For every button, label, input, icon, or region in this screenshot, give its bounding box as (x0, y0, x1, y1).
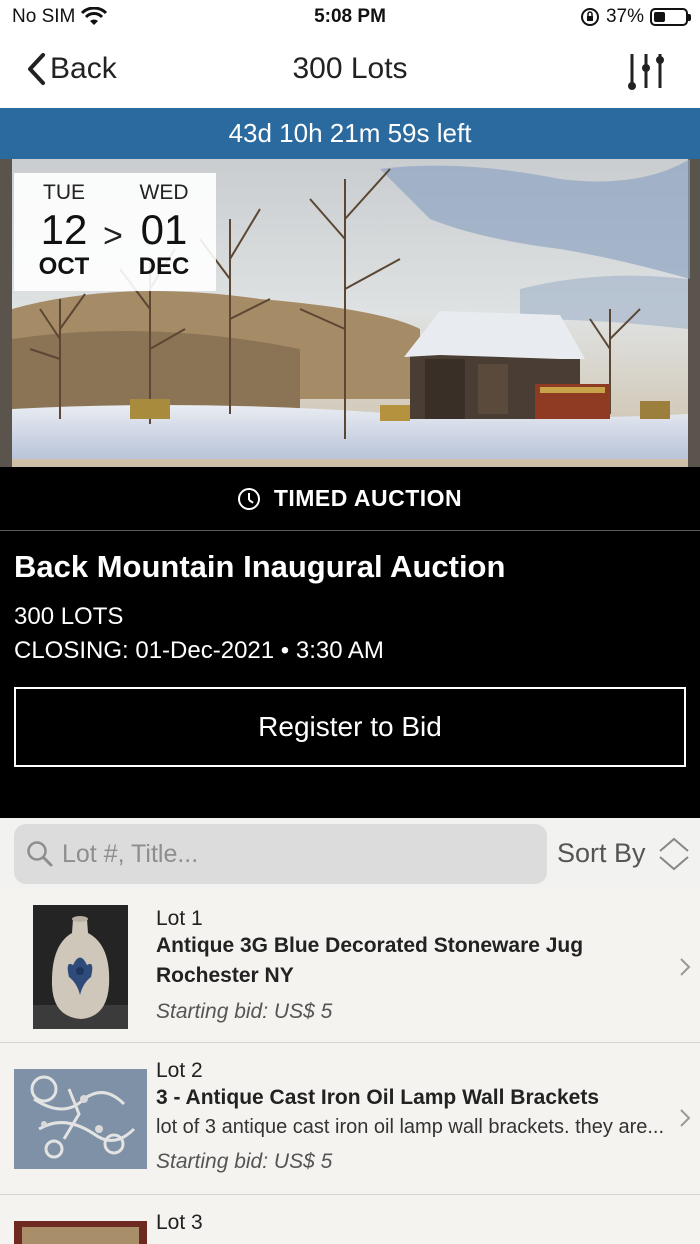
lot-title-line: Rochester NY (156, 964, 294, 987)
list-item[interactable]: Lot 2 3 - Antique Cast Iron Oil Lamp Wal… (0, 1043, 700, 1195)
battery-icon (650, 8, 691, 26)
start-day: 12 (40, 206, 88, 253)
date-separator: > (103, 217, 123, 255)
nav-bar: Back 300 Lots (0, 36, 700, 108)
lots-count: 300 LOTS (14, 603, 124, 630)
stoneware-jug-image (33, 905, 128, 1029)
lot-thumbnail (14, 1221, 147, 1244)
list-item[interactable]: Lot 3 (0, 1195, 700, 1244)
search-input[interactable] (62, 839, 532, 869)
status-bar: No SIM 5:08 PM 37% (0, 0, 700, 36)
lot-number: Lot 2 (156, 1059, 203, 1082)
lot-list: Lot 1 Antique 3G Blue Decorated Stonewar… (0, 890, 700, 1244)
clock-icon (237, 487, 260, 510)
lot-thumbnail (33, 905, 128, 1029)
lot-title: 3 - Antique Cast Iron Oil Lamp Wall Brac… (156, 1086, 600, 1109)
end-date: WED 01 DEC (124, 181, 204, 281)
lot-number: Lot 3 (156, 1211, 203, 1234)
end-month: DEC (138, 253, 190, 280)
sort-chevrons-icon[interactable] (658, 836, 690, 872)
auction-type: TIMED AUCTION (0, 467, 700, 531)
countdown-banner: 43d 10h 21m 59s left (0, 108, 700, 159)
lot-thumbnail (14, 1069, 147, 1169)
start-month: OCT (38, 253, 90, 280)
lot-number: Lot 1 (156, 907, 203, 930)
closing-time: CLOSING: 01-Dec-2021 • 3:30 AM (14, 637, 384, 664)
start-weekday: TUE (43, 181, 85, 204)
filter-sliders-icon[interactable] (626, 50, 670, 94)
auction-type-label: TIMED AUCTION (273, 485, 463, 511)
end-day: 01 (140, 206, 188, 253)
battery-percent: 37% (605, 6, 644, 27)
end-weekday: WED (139, 181, 189, 204)
starting-bid: Starting bid: US$ 5 (156, 1000, 333, 1023)
start-date: TUE 12 OCT (24, 181, 104, 281)
search-icon (27, 841, 53, 867)
lot-description: lot of 3 antique cast iron oil lamp wall… (156, 1116, 665, 1138)
orientation-lock-icon (580, 8, 599, 26)
page-title: 300 Lots (292, 52, 408, 85)
auction-title: Back Mountain Inaugural Auction (14, 549, 506, 584)
search-sort-bar: Sort By (0, 818, 700, 890)
auction-info-panel: TIMED AUCTION Back Mountain Inaugural Au… (0, 467, 700, 818)
auction-hero-image: TUE 12 OCT > WED 01 DEC (0, 159, 700, 467)
auction-date-range: TUE 12 OCT > WED 01 DEC (14, 173, 216, 291)
list-item[interactable]: Lot 1 Antique 3G Blue Decorated Stonewar… (0, 890, 700, 1043)
lot-3-image (14, 1221, 147, 1244)
lot-title-line: Antique 3G Blue Decorated Stoneware Jug (156, 934, 584, 957)
lamp-brackets-image (14, 1069, 147, 1169)
sort-by-button[interactable]: Sort By (557, 838, 646, 869)
search-field[interactable] (14, 824, 547, 884)
chevron-right-icon (680, 958, 691, 976)
register-to-bid-button[interactable]: Register to Bid (14, 687, 686, 767)
lot-title: Antique 3G Blue Decorated Stoneware Jug … (156, 931, 656, 991)
chevron-right-icon (680, 1109, 691, 1127)
starting-bid: Starting bid: US$ 5 (156, 1150, 333, 1173)
